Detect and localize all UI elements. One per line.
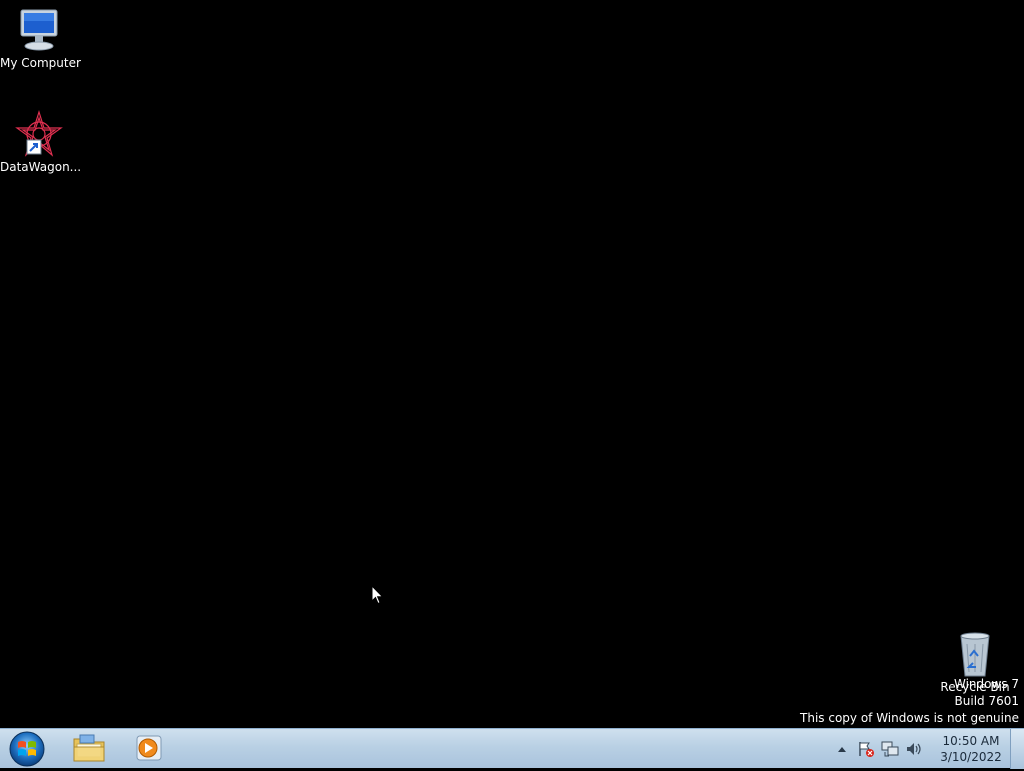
action-center-flag-icon[interactable] <box>857 740 875 758</box>
watermark-build: Build 7601 <box>954 694 1019 708</box>
desktop[interactable]: My Computer DataWagon... Recycle Bin Win… <box>0 0 1024 728</box>
system-tray: 10:50 AM 3/10/2022 <box>830 729 1002 769</box>
watermark-not-genuine: This copy of Windows is not genuine <box>800 711 1019 725</box>
windows-genuine-watermark: Windows 7 Build 7601 This copy of Window… <box>800 676 1019 727</box>
desktop-icon-datawagon[interactable]: DataWagon... <box>0 109 82 175</box>
mouse-cursor-icon <box>371 584 384 605</box>
taskbar-clock[interactable]: 10:50 AM 3/10/2022 <box>940 733 1002 765</box>
media-player-icon <box>135 734 163 765</box>
windows-start-orb-icon <box>5 731 49 771</box>
recycle-bin-icon <box>951 630 999 678</box>
show-hidden-icons-icon[interactable] <box>833 740 851 758</box>
volume-icon[interactable] <box>905 740 923 758</box>
taskbar: 10:50 AM 3/10/2022 <box>0 728 1024 769</box>
datawagon-shortcut-icon <box>15 109 63 158</box>
watermark-os-name: Windows 7 <box>953 677 1019 691</box>
clock-time: 10:50 AM <box>942 734 1000 748</box>
taskbar-media-player-button[interactable] <box>122 731 176 767</box>
network-icon[interactable] <box>881 740 899 758</box>
folder-explorer-icon <box>72 733 106 766</box>
clock-date: 3/10/2022 <box>940 750 1002 764</box>
taskbar-windows-explorer-button[interactable] <box>62 731 116 767</box>
desktop-icon-my-computer[interactable]: My Computer <box>0 6 81 71</box>
show-desktop-button[interactable] <box>1010 729 1024 769</box>
desktop-icon-label: My Computer <box>0 56 81 70</box>
start-button[interactable] <box>5 730 49 768</box>
computer-icon <box>15 6 63 54</box>
desktop-icon-label: DataWagon... <box>0 160 82 174</box>
